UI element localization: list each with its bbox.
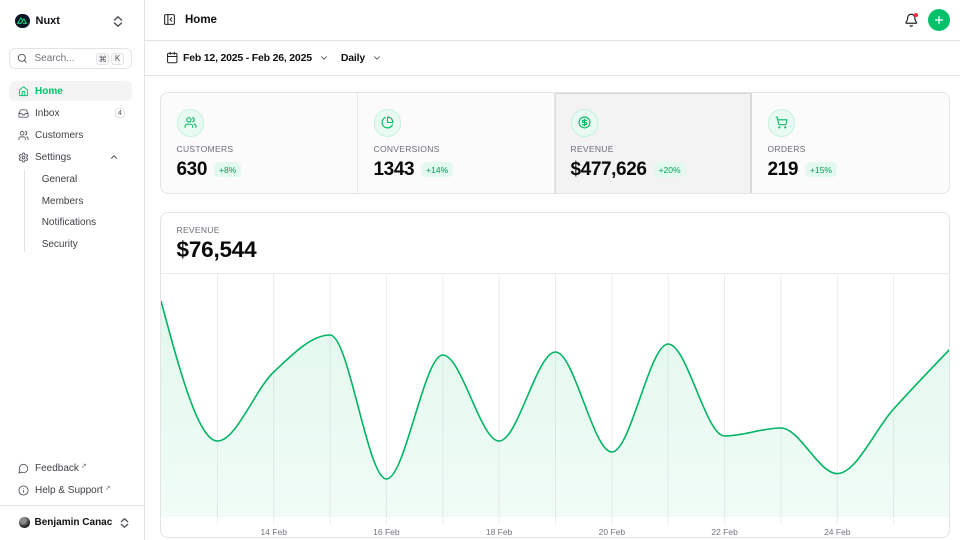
svg-text:20 Feb: 20 Feb xyxy=(598,527,625,537)
svg-text:18 Feb: 18 Feb xyxy=(485,527,512,537)
svg-text:16 Feb: 16 Feb xyxy=(373,527,400,537)
svg-text:22 Feb: 22 Feb xyxy=(711,527,738,537)
svg-text:24 Feb: 24 Feb xyxy=(824,527,851,537)
svg-text:14 Feb: 14 Feb xyxy=(260,527,287,537)
